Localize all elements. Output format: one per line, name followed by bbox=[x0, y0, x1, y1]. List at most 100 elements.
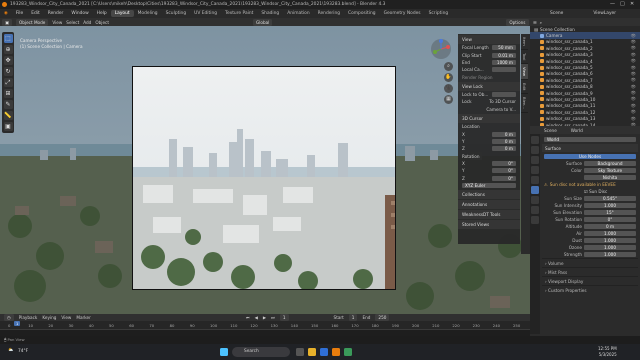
collapsed-panel-header[interactable]: › Custom Properties bbox=[542, 285, 638, 294]
sky-type-dropdown[interactable]: Nishita bbox=[584, 174, 636, 181]
timeline-editor-type-icon[interactable]: ◷ bbox=[4, 314, 14, 321]
task-view-icon[interactable] bbox=[296, 348, 304, 356]
visibility-eye-icon[interactable]: 👁 bbox=[631, 96, 636, 102]
sky-param-field[interactable]: 1.000 bbox=[584, 237, 636, 244]
menu-window[interactable]: Window bbox=[67, 11, 92, 16]
edge-browser-icon[interactable] bbox=[320, 348, 328, 356]
sky-param-field[interactable]: 1.000 bbox=[584, 230, 636, 237]
cursor-rot-x-field[interactable]: 0° bbox=[492, 161, 516, 167]
workspace-tab-sculpting[interactable]: Sculpting bbox=[162, 10, 191, 17]
annotations-section-header[interactable]: Annotations bbox=[458, 200, 520, 210]
data-properties-icon[interactable] bbox=[531, 216, 539, 224]
workspace-tab-texture-paint[interactable]: Texture Paint bbox=[221, 10, 257, 17]
jump-start-icon[interactable]: ⏮ bbox=[246, 315, 250, 320]
world-properties-icon[interactable] bbox=[531, 186, 539, 194]
focal-length-field[interactable]: 50 mm bbox=[492, 45, 516, 51]
transform-tool-icon[interactable]: ⊞ bbox=[3, 89, 13, 98]
menu-render[interactable]: Render bbox=[44, 11, 68, 16]
menu-select[interactable]: Select bbox=[66, 20, 79, 25]
output-properties-icon[interactable] bbox=[531, 156, 539, 164]
sky-param-field[interactable]: 1.000 bbox=[584, 251, 636, 258]
cursor-loc-z-field[interactable]: 0 m bbox=[492, 146, 516, 152]
tab-item[interactable]: Item bbox=[521, 34, 528, 50]
object-properties-icon[interactable] bbox=[531, 196, 539, 204]
tab-edit[interactable]: Edit bbox=[521, 80, 528, 95]
app-taskbar-icon[interactable] bbox=[344, 348, 352, 356]
visibility-eye-icon[interactable]: 👁 bbox=[631, 65, 636, 71]
taskbar-search-box[interactable]: Search bbox=[232, 347, 290, 357]
rotation-mode-dropdown[interactable]: XYZ Euler bbox=[462, 183, 516, 189]
start-frame-field[interactable]: 1 bbox=[348, 314, 358, 321]
visibility-eye-icon[interactable]: 👁 bbox=[631, 103, 636, 109]
file-explorer-icon[interactable] bbox=[308, 348, 316, 356]
tab-view[interactable]: View bbox=[521, 64, 528, 81]
world-datablock-field[interactable]: World bbox=[544, 136, 636, 143]
sun-disc-checkbox[interactable]: ☑ Sun Disc bbox=[584, 189, 636, 194]
view-section-header[interactable]: View bbox=[458, 35, 520, 44]
visibility-eye-icon[interactable]: 👁 bbox=[631, 39, 636, 45]
sky-param-field[interactable]: 15° bbox=[584, 209, 636, 216]
play-reverse-icon[interactable]: ◀ bbox=[255, 315, 258, 320]
pan-hand-icon[interactable]: ✋ bbox=[444, 73, 453, 82]
blender-taskbar-icon[interactable] bbox=[332, 348, 340, 356]
menu-object[interactable]: Object bbox=[95, 20, 109, 25]
camera-to-view-checkbox[interactable]: Camera to V... bbox=[486, 107, 516, 112]
outliner-type-icon[interactable]: ☰ bbox=[533, 20, 537, 25]
select-box-tool-icon[interactable]: ⬚ bbox=[3, 34, 13, 43]
annotate-tool-icon[interactable]: ✎ bbox=[3, 100, 13, 109]
playhead[interactable]: 1 bbox=[14, 321, 21, 326]
zoom-icon[interactable]: ⌕ bbox=[444, 62, 453, 71]
measure-tool-icon[interactable]: 📏 bbox=[3, 111, 13, 120]
menu-help[interactable]: Help bbox=[93, 11, 111, 16]
workspace-tab-scripting[interactable]: Scripting bbox=[425, 10, 453, 17]
cursor-tool-icon[interactable]: ⊕ bbox=[3, 45, 13, 54]
sky-param-field[interactable]: 0 m bbox=[584, 223, 636, 230]
constraint-properties-icon[interactable] bbox=[531, 206, 539, 214]
workspace-tab-geometry-nodes[interactable]: Geometry Nodes bbox=[380, 10, 425, 17]
menu-keying[interactable]: Keying bbox=[42, 315, 56, 320]
scene-properties-icon[interactable] bbox=[531, 176, 539, 184]
visibility-eye-icon[interactable]: 👁 bbox=[631, 84, 636, 90]
sky-param-field[interactable]: 1.000 bbox=[584, 244, 636, 251]
outliner-search-icon[interactable]: ⌕ bbox=[540, 20, 542, 25]
visibility-eye-icon[interactable]: 👁 bbox=[631, 52, 636, 58]
surface-section-header[interactable]: Surface bbox=[542, 144, 638, 152]
camera-view-icon[interactable]: 🎥 bbox=[444, 84, 453, 93]
workspace-tab-modeling[interactable]: Modeling bbox=[134, 10, 162, 17]
visibility-eye-icon[interactable]: 👁 bbox=[631, 90, 636, 96]
view-lock-section-header[interactable]: View Lock bbox=[458, 81, 520, 91]
local-camera-field[interactable] bbox=[492, 67, 516, 73]
mode-selector[interactable]: Object Mode bbox=[15, 18, 49, 26]
clip-end-field[interactable]: 1000 m bbox=[492, 59, 516, 65]
minimize-icon[interactable]: — bbox=[610, 0, 615, 9]
tool-properties-icon[interactable] bbox=[531, 136, 539, 144]
viewlayer-selector[interactable]: ViewLayer bbox=[593, 11, 616, 16]
move-tool-icon[interactable]: ✥ bbox=[3, 56, 13, 65]
render-properties-icon[interactable] bbox=[531, 146, 539, 154]
workspace-tab-shading[interactable]: Shading bbox=[257, 10, 283, 17]
tab-blenderkit[interactable]: Blen... bbox=[521, 94, 528, 114]
jump-end-icon[interactable]: ⏭ bbox=[271, 315, 275, 320]
tab-tool[interactable]: Tool bbox=[521, 50, 528, 65]
render-region-checkbox[interactable]: Render Region bbox=[462, 75, 493, 80]
workspace-tab-rendering[interactable]: Rendering bbox=[314, 10, 344, 17]
end-frame-field[interactable]: 250 bbox=[375, 314, 390, 321]
menu-add[interactable]: Add bbox=[83, 20, 91, 25]
taskbar-clock[interactable]: 12:55 PM 5/3/2025 bbox=[598, 346, 617, 357]
sky-param-field[interactable]: 0.545° bbox=[584, 195, 636, 202]
visibility-eye-icon[interactable]: 👁 bbox=[631, 33, 636, 39]
collapsed-panel-header[interactable]: › Viewport Display bbox=[542, 276, 638, 285]
visibility-eye-icon[interactable]: 👁 bbox=[631, 77, 636, 83]
cursor-loc-x-field[interactable]: 0 m bbox=[492, 131, 516, 137]
weather-icon[interactable]: ⛅ bbox=[8, 348, 13, 353]
stored-views-section-header[interactable]: Stored Views bbox=[458, 220, 520, 230]
menu-file[interactable]: File bbox=[12, 11, 27, 16]
view-layer-properties-icon[interactable] bbox=[531, 166, 539, 174]
cursor-rot-y-field[interactable]: 0° bbox=[492, 168, 516, 174]
lock-to-object-field[interactable] bbox=[492, 92, 516, 98]
menu-view[interactable]: View bbox=[52, 20, 62, 25]
add-cube-tool-icon[interactable]: ▣ bbox=[3, 122, 13, 131]
navigation-gizmo[interactable] bbox=[430, 38, 452, 60]
to-3d-cursor-checkbox[interactable]: To 3D Cursor bbox=[489, 99, 516, 104]
workspace-tab-uv-editing[interactable]: UV Editing bbox=[190, 10, 221, 17]
